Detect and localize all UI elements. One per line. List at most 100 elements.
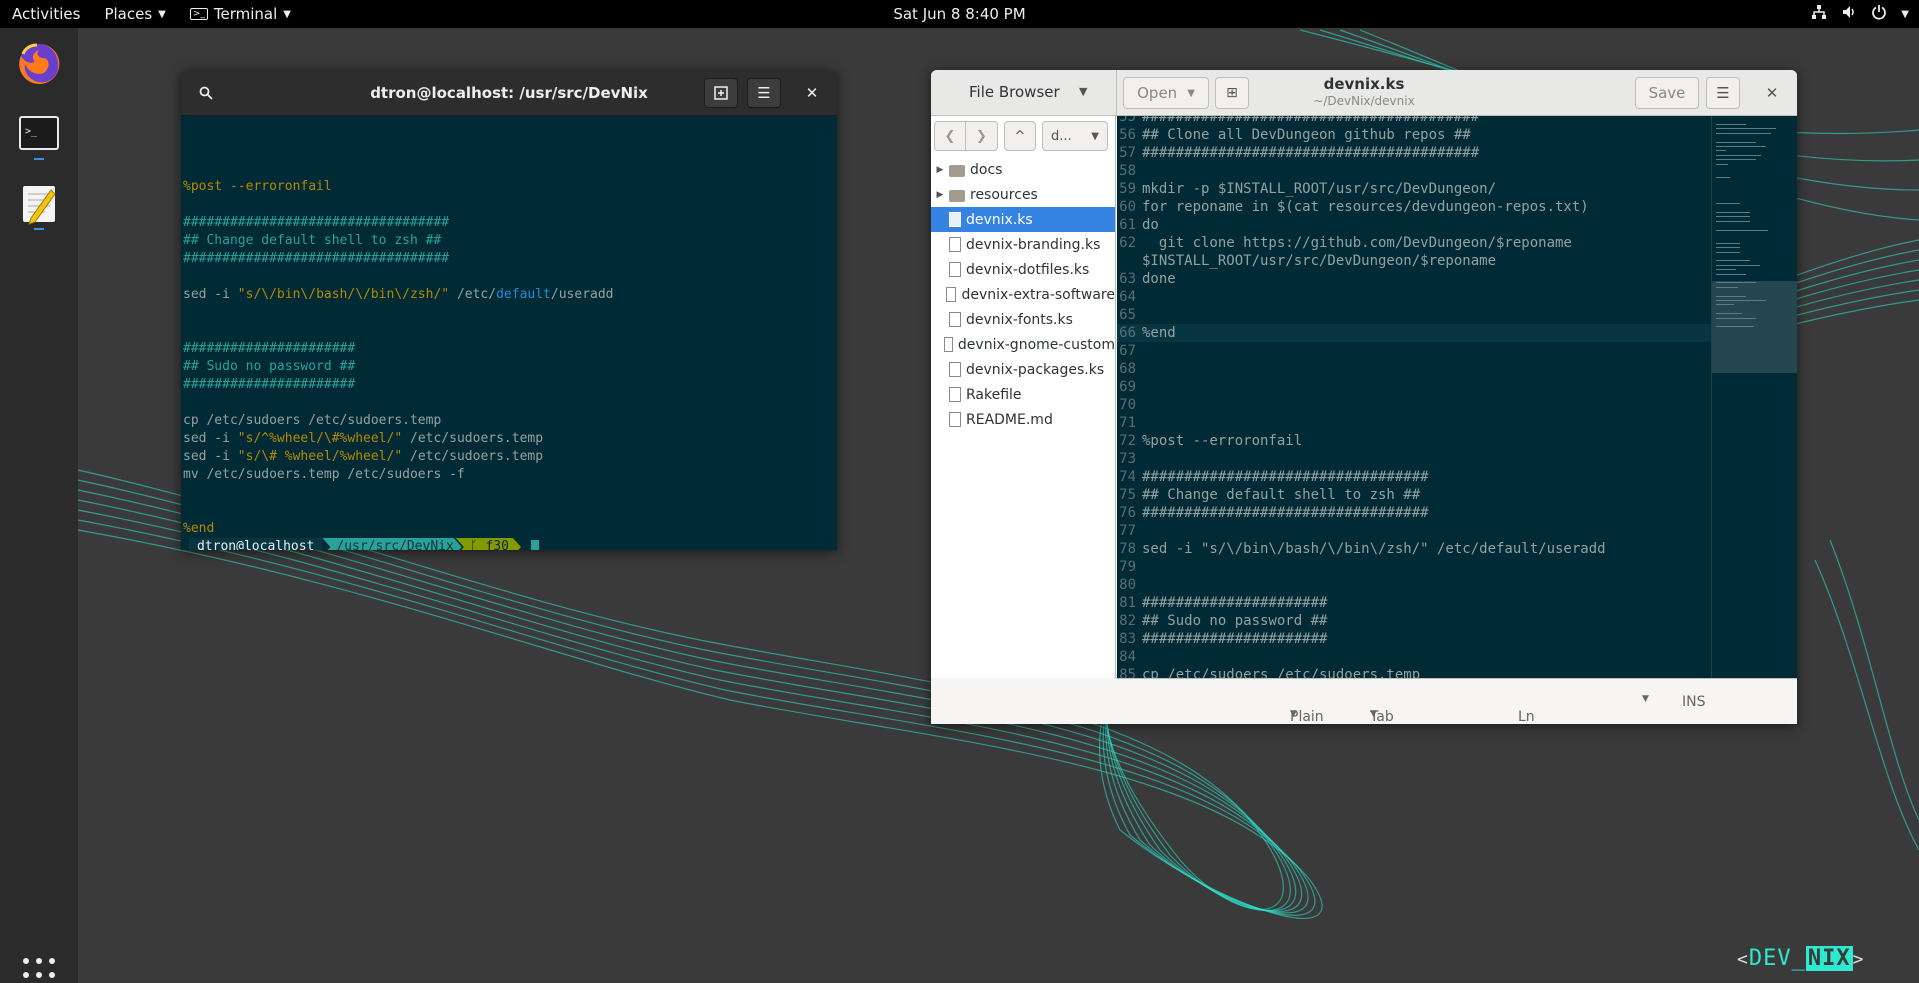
line-text: ## Change default shell to zsh ##: [1142, 487, 1421, 503]
minimap-line: [1716, 146, 1766, 147]
minimap-line: [1716, 300, 1766, 301]
minimap-line: [1716, 128, 1776, 130]
expander-icon[interactable]: ▶: [931, 165, 949, 175]
close-icon: ✕: [1765, 84, 1779, 102]
text-editor-icon[interactable]: [15, 180, 63, 228]
editor-text-area[interactable]: 55 ######################################…: [1117, 116, 1711, 678]
minimap-line: [1716, 247, 1740, 249]
file-browser-nav: ❮ ❯ ^ d... ▼: [931, 116, 1115, 156]
app-menu[interactable]: >_ Terminal ▼: [178, 0, 303, 28]
editor-line: 81 ######################: [1117, 594, 1711, 612]
line-text: do: [1142, 217, 1159, 233]
editor-line: 69: [1117, 378, 1711, 396]
editor-line: 70: [1117, 396, 1711, 414]
line-text: for reponame in $(cat resources/devdunge…: [1142, 199, 1589, 215]
places-menu[interactable]: Places ▼: [92, 0, 177, 28]
parent-folder-button[interactable]: ^: [1004, 121, 1036, 151]
file-name: README.md: [966, 411, 1053, 428]
terminal-line: ######################: [183, 341, 356, 356]
chevron-down-icon[interactable]: ▼: [1642, 694, 1649, 704]
line-text: mkdir -p $INSTALL_ROOT/usr/src/DevDungeo…: [1142, 181, 1497, 197]
file-item[interactable]: devnix-dotfiles.ks: [931, 257, 1115, 282]
terminal-line: cp /etc/sudoers /etc/sudoers.temp: [183, 413, 442, 428]
terminal-line: ##################################: [183, 251, 450, 266]
back-button[interactable]: ❮: [934, 121, 966, 151]
clock[interactable]: Sat Jun 8 8:40 PM: [893, 0, 1025, 28]
file-icon: [949, 412, 961, 427]
minimap-line: [1716, 216, 1750, 218]
new-tab-button[interactable]: [704, 78, 738, 108]
editor-line: 63 done: [1117, 270, 1711, 288]
editor-line: 59 mkdir -p $INSTALL_ROOT/usr/src/DevDung…: [1117, 180, 1711, 198]
line-number: 59: [1119, 181, 1136, 197]
line-text: [1139, 558, 1142, 576]
terminal-line: ##################################: [183, 215, 450, 230]
file-item[interactable]: devnix-branding.ks: [931, 232, 1115, 257]
minimap-line: [1716, 163, 1728, 165]
system-tray[interactable]: ▼: [1811, 0, 1909, 28]
terminal-icon[interactable]: >_: [15, 110, 63, 158]
line-text: done: [1142, 271, 1176, 287]
search-button[interactable]: [189, 78, 223, 108]
terminal-line: mv /etc/sudoers.temp /etc/sudoers -f: [183, 467, 465, 482]
line-number: 69: [1119, 379, 1136, 395]
file-item[interactable]: devnix-fonts.ks: [931, 307, 1115, 332]
line-text: [1139, 648, 1142, 666]
prompt-git-branch: ᚴ f30: [456, 538, 521, 550]
file-tree: ▶ docs ▶ resources devnix.ks devnix-branding.…: [931, 157, 1115, 432]
file-item[interactable]: Rakefile: [931, 382, 1115, 407]
line-text: [1139, 360, 1142, 378]
editor-line: 73: [1117, 450, 1711, 468]
minimap-line: [1716, 124, 1746, 125]
close-button[interactable]: ✕: [795, 78, 829, 108]
line-number: 80: [1119, 577, 1136, 593]
document-minimap[interactable]: [1711, 116, 1797, 678]
forward-button[interactable]: ❯: [966, 121, 998, 151]
editor-line: 64: [1117, 288, 1711, 306]
folder-item[interactable]: ▶ docs: [931, 157, 1115, 182]
editor-line: 66 %end: [1117, 324, 1711, 342]
expander-icon[interactable]: ▶: [931, 190, 949, 200]
line-number: 68: [1119, 361, 1136, 377]
activities-button[interactable]: Activities: [0, 0, 92, 28]
line-text: [1139, 378, 1142, 396]
file-item[interactable]: devnix-packages.ks: [931, 357, 1115, 382]
file-item[interactable]: devnix.ks: [931, 207, 1115, 232]
file-item[interactable]: devnix-extra-software: [931, 282, 1115, 307]
volume-icon: [1841, 4, 1857, 24]
minimap-line: [1716, 295, 1746, 297]
file-item[interactable]: devnix-gnome-custom: [931, 332, 1115, 357]
insert-mode[interactable]: INS: [1682, 694, 1706, 710]
terminal-line: sed -i "s/^%wheel/\#%wheel/" /etc/sudoer…: [183, 431, 544, 446]
terminal-header: dtron@localhost: /usr/src/DevNix ☰ ✕: [181, 70, 837, 116]
hamburger-icon: ☰: [757, 84, 771, 102]
show-applications-icon[interactable]: [23, 958, 57, 983]
text-editor-window[interactable]: File Browser ▼ Open ▼ ⊞ devnix.ks ~/DevNi…: [931, 70, 1797, 724]
minimap-line: [1716, 286, 1738, 288]
editor-line: 62 git clone https://github.com/DevDunge…: [1117, 234, 1711, 252]
line-text: $INSTALL_ROOT/usr/src/DevDungeon/$repona…: [1142, 253, 1497, 269]
line-text: git clone https://github.com/DevDungeon/…: [1142, 235, 1572, 251]
menu-button[interactable]: ☰: [747, 78, 781, 108]
minimap-line: [1716, 220, 1750, 222]
save-button[interactable]: Save: [1635, 77, 1699, 109]
terminal-window[interactable]: dtron@localhost: /usr/src/DevNix ☰ ✕ %po…: [181, 70, 837, 550]
location-dropdown[interactable]: d... ▼: [1042, 121, 1108, 151]
line-number: 73: [1119, 451, 1136, 467]
menu-button[interactable]: ☰: [1706, 77, 1740, 109]
close-button[interactable]: ✕: [1761, 82, 1783, 104]
editor-line: $INSTALL_ROOT/usr/src/DevDungeon/$repona…: [1117, 252, 1711, 270]
folder-item[interactable]: ▶ resources: [931, 182, 1115, 207]
file-item[interactable]: README.md: [931, 407, 1115, 432]
activities-label: Activities: [12, 5, 81, 23]
line-number: 78: [1119, 541, 1136, 557]
firefox-icon[interactable]: [15, 40, 63, 88]
terminal-output[interactable]: %post --erroronfail #####################…: [181, 116, 837, 550]
terminal-line: sed -i "s/\/bin\/bash/\/bin\/zsh/" /etc/…: [183, 287, 614, 302]
shell-prompt[interactable]: dtron@localhost/usr/src/DevNix ᚴ f30: [189, 538, 837, 550]
minimap-line: [1716, 203, 1740, 205]
line-text: ########################################: [1142, 145, 1480, 161]
